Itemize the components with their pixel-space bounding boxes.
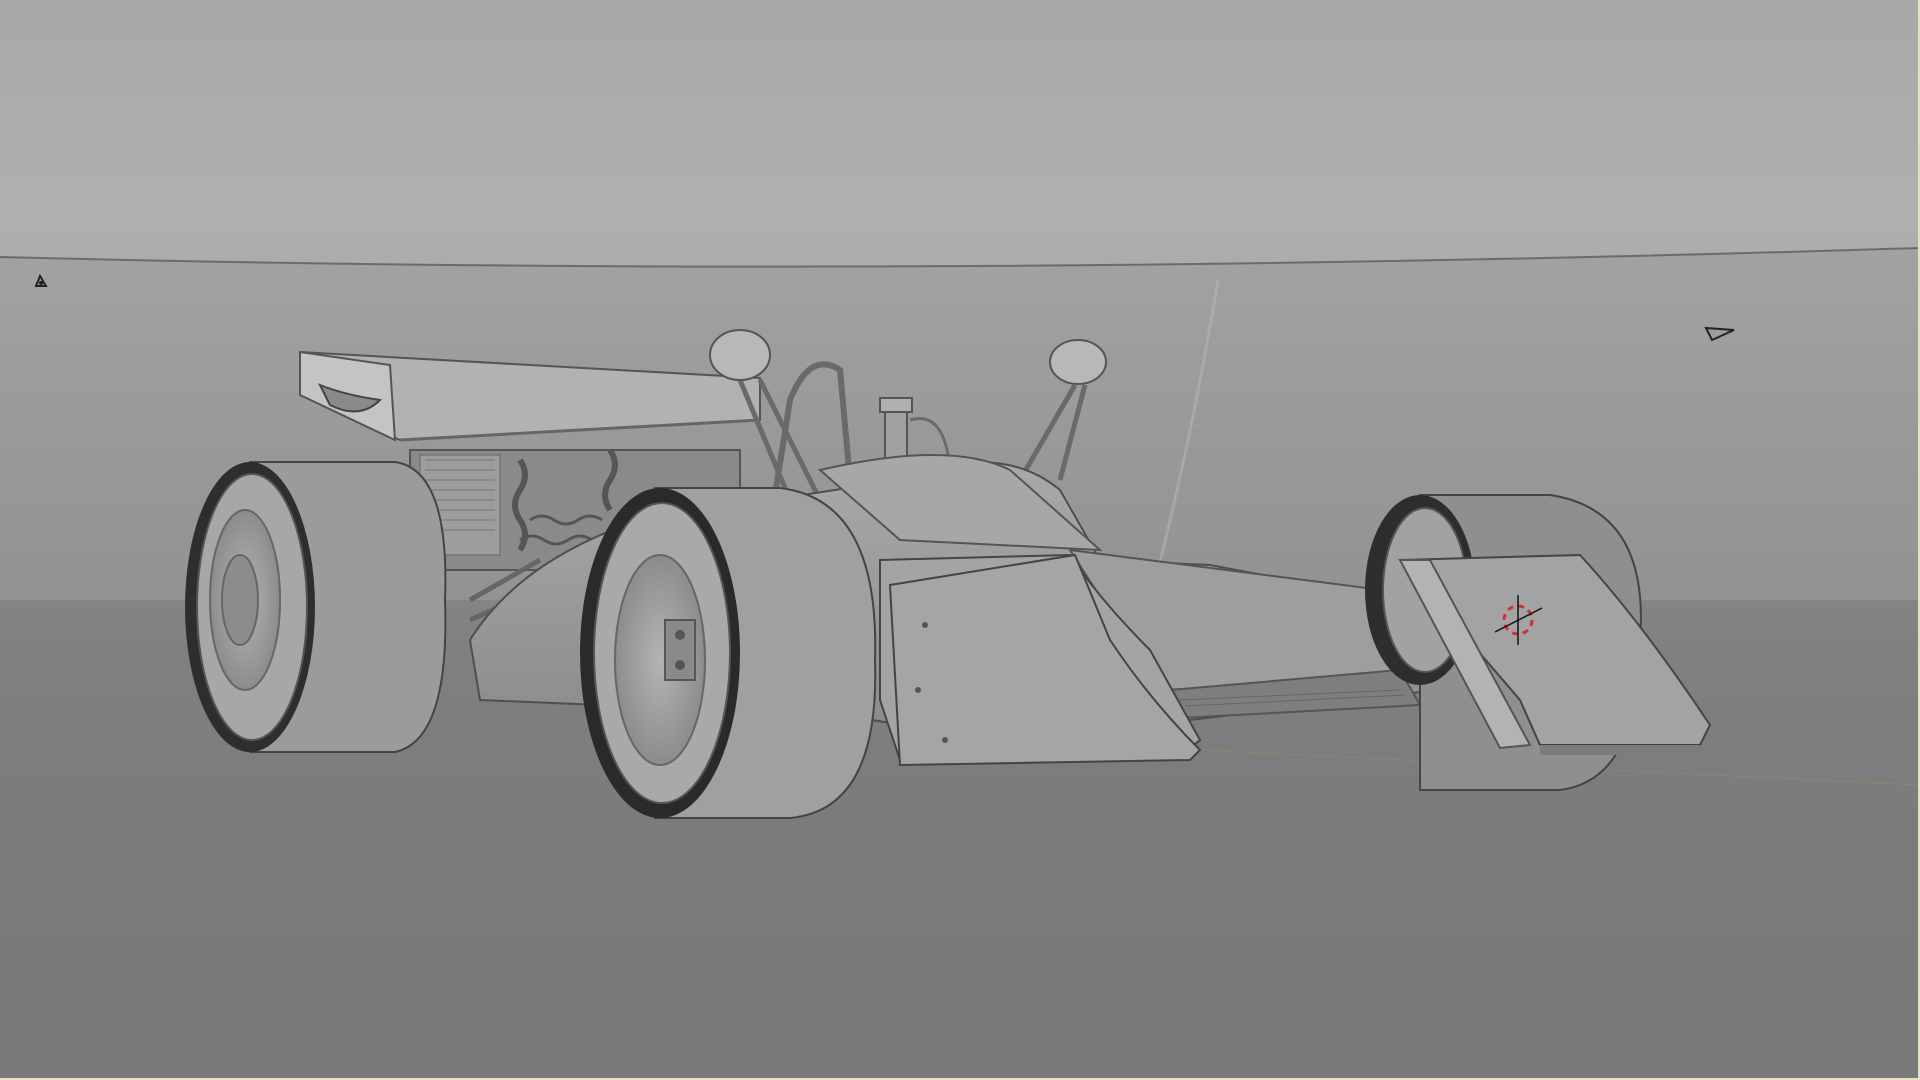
- front-left-wheel[interactable]: [580, 487, 877, 819]
- scene-canvas[interactable]: [0, 0, 1920, 1080]
- left-mirror: [709, 329, 771, 381]
- rear-left-wheel[interactable]: [185, 461, 447, 753]
- 3d-viewport[interactable]: [0, 0, 1920, 1080]
